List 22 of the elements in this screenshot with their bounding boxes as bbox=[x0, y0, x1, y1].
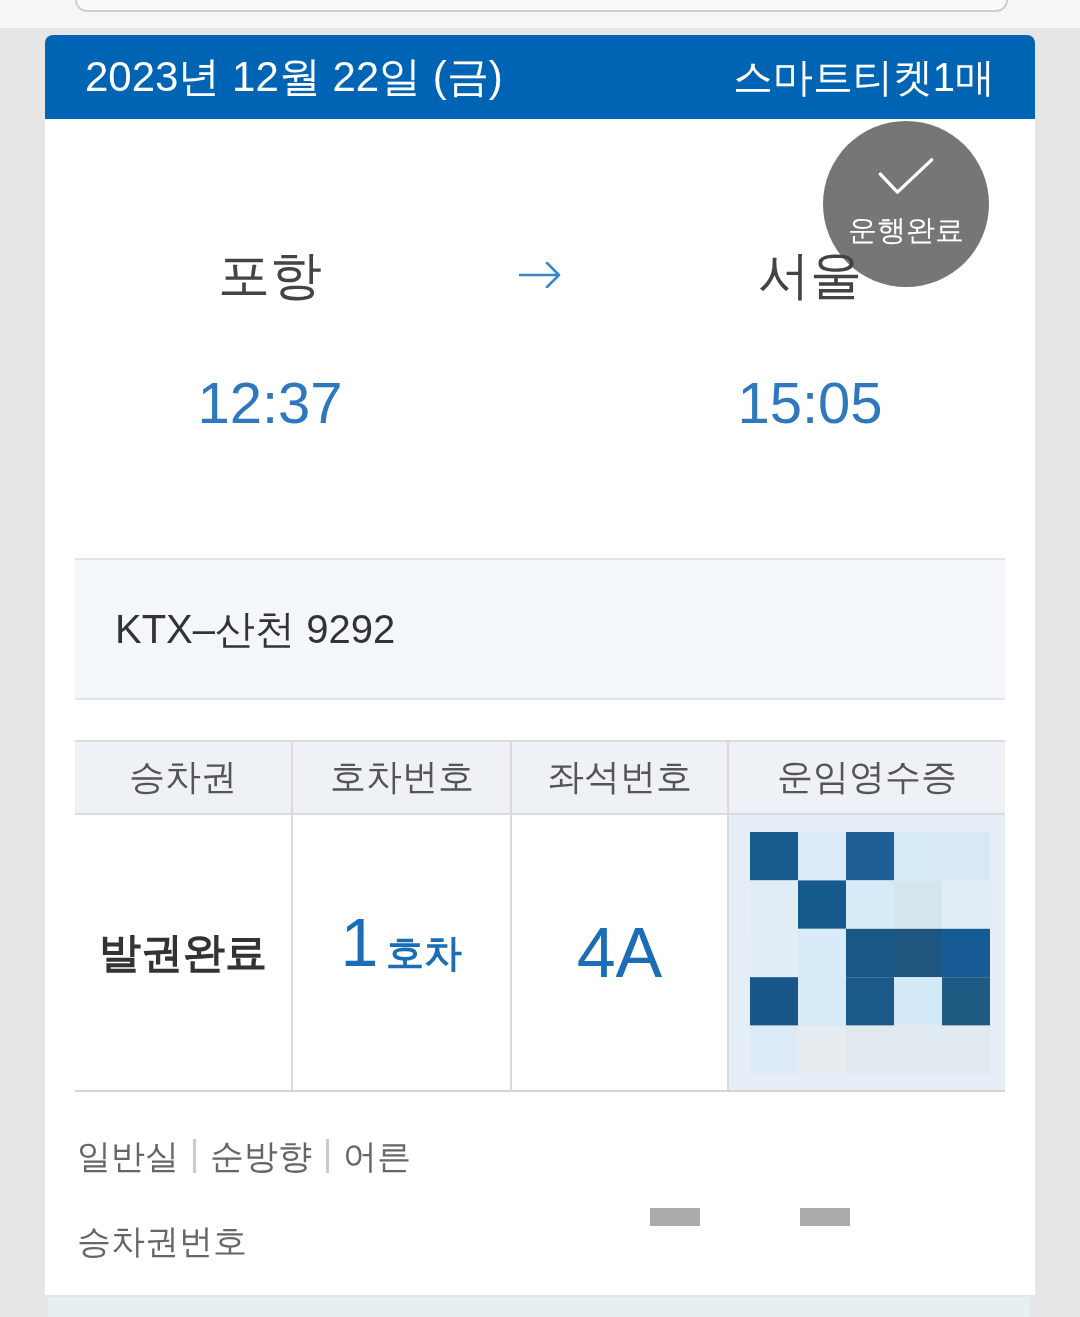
column-header: 좌석번호 bbox=[510, 742, 727, 815]
train-name: KTX–산천 9292 bbox=[115, 605, 396, 653]
departure-time: 12:37 bbox=[197, 370, 343, 436]
table-cell-text: 발권완료 bbox=[98, 927, 268, 978]
column-header: 호차번호 bbox=[291, 742, 510, 815]
arrow-right-icon bbox=[519, 262, 561, 288]
column-header: 승차권 bbox=[75, 742, 291, 815]
stamp-label: 운행완료 bbox=[848, 213, 964, 247]
arrival-time: 15:05 bbox=[737, 370, 883, 436]
arrival-station: 서울 bbox=[758, 245, 862, 305]
ticket-count: 스마트티켓1매 bbox=[732, 53, 995, 101]
departure-station: 포항 bbox=[218, 245, 322, 305]
redaction-block bbox=[800, 1208, 850, 1226]
ticket-tag: 순방향 bbox=[210, 1134, 312, 1178]
travel-date: 2023년 12월 22일 (금) bbox=[85, 52, 503, 102]
ticket-tag: 일반실 bbox=[77, 1134, 179, 1178]
table-cell: 1 호차 bbox=[291, 815, 510, 1090]
check-icon bbox=[878, 157, 934, 195]
ticket-number-label: 승차권번호 bbox=[77, 1221, 248, 1262]
ticket-tag: 어른 bbox=[343, 1134, 411, 1178]
column-header: 운임영수증 bbox=[727, 742, 1005, 815]
redaction-block bbox=[650, 1208, 700, 1226]
